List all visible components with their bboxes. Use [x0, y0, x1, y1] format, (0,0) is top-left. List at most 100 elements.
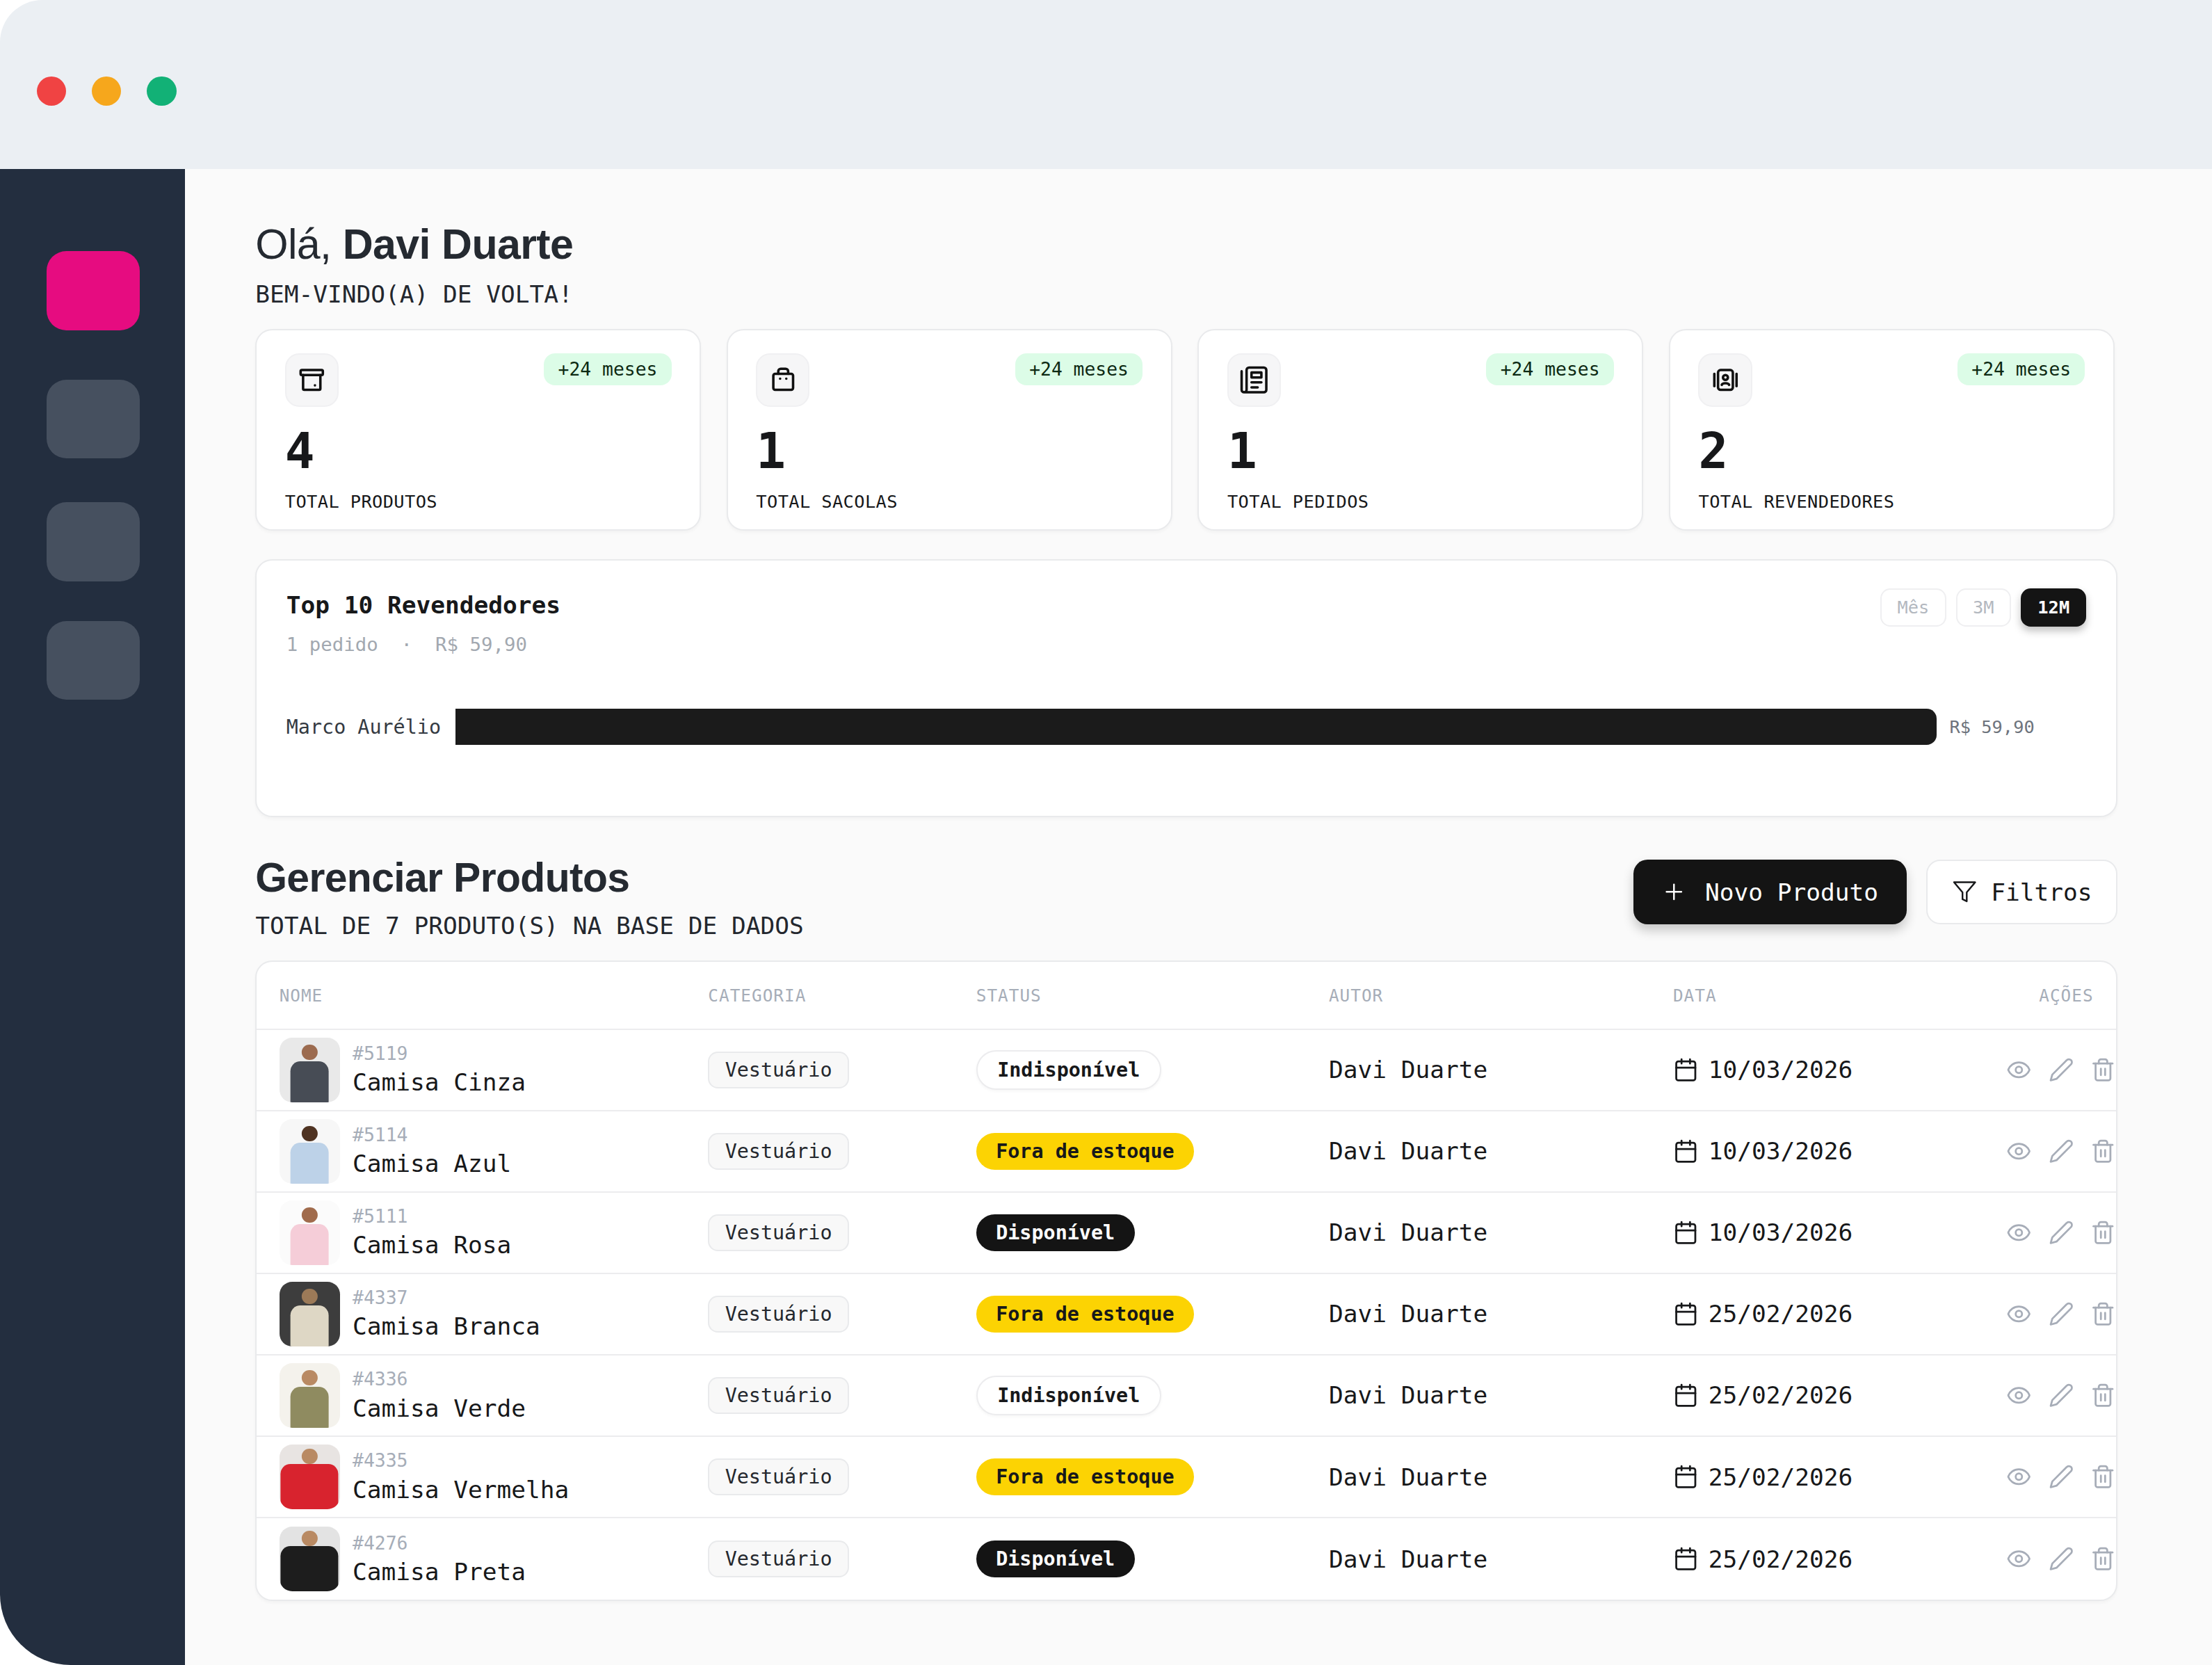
delete-product-button[interactable]	[2090, 1464, 2116, 1490]
view-product-button[interactable]	[2006, 1546, 2032, 1572]
plus-icon	[1661, 879, 1687, 905]
product-thumbnail	[280, 1282, 340, 1346]
close-window-button[interactable]	[37, 77, 67, 106]
pencil-icon	[2049, 1220, 2074, 1246]
sidebar-item-3[interactable]	[47, 621, 140, 700]
stat-value: 4	[285, 426, 672, 476]
sidebar-item-1[interactable]	[47, 380, 140, 459]
category-badge: Vestuário	[708, 1296, 848, 1333]
view-product-button[interactable]	[2006, 1383, 2032, 1408]
new-product-button[interactable]: Novo Produto	[1633, 860, 1907, 924]
edit-product-button[interactable]	[2049, 1139, 2074, 1164]
range-filter-group: Mês 3M 12M	[1880, 588, 2086, 626]
calendar-icon	[1673, 1546, 1699, 1572]
maximize-window-button[interactable]	[147, 77, 177, 106]
view-product-button[interactable]	[2006, 1057, 2032, 1083]
stat-value: 2	[1698, 426, 2085, 476]
range-button-12m[interactable]: 12M	[2021, 588, 2086, 626]
status-badge: Disponível	[976, 1214, 1135, 1251]
main-content: Olá, Davi Duarte BEM-VINDO(A) DE VOLTA! …	[185, 169, 2212, 1664]
product-name: Camisa Vermelha	[353, 1476, 569, 1504]
pencil-icon	[2049, 1383, 2074, 1408]
user-name: Davi Duarte	[343, 220, 574, 268]
product-name: Camisa Rosa	[353, 1231, 511, 1259]
funnel-icon	[1952, 879, 1978, 905]
period-badge: +24 meses	[1486, 353, 1613, 385]
product-date: 10/03/2026	[1673, 1056, 2006, 1084]
bar	[455, 709, 1937, 746]
welcome-subtitle: BEM-VINDO(A) DE VOLTA!	[255, 280, 2117, 308]
range-button-mes[interactable]: Mês	[1880, 588, 1946, 626]
table-row: #4336 Camisa Verde Vestuário Indisponíve…	[257, 1356, 2116, 1437]
delete-product-button[interactable]	[2090, 1383, 2116, 1408]
window-titlebar	[0, 0, 2212, 169]
filters-button[interactable]: Filtros	[1926, 860, 2117, 924]
trash-icon	[2090, 1220, 2116, 1246]
products-table: NOME CATEGORIA STATUS AUTOR DATA AÇÕES #…	[255, 960, 2117, 1601]
edit-product-button[interactable]	[2049, 1220, 2074, 1246]
view-product-button[interactable]	[2006, 1301, 2032, 1327]
product-author: Davi Duarte	[1329, 1300, 1673, 1328]
product-name: Camisa Verde	[353, 1394, 526, 1422]
view-product-button[interactable]	[2006, 1139, 2032, 1164]
table-row: #5114 Camisa Azul Vestuário Fora de esto…	[257, 1111, 2116, 1193]
calendar-icon	[1673, 1464, 1699, 1490]
category-badge: Vestuário	[708, 1052, 848, 1088]
delete-product-button[interactable]	[2090, 1057, 2116, 1083]
section-subtitle: TOTAL DE 7 PRODUTO(S) NA BASE DE DADOS	[255, 912, 804, 940]
panel-title: Top 10 Revendedores	[286, 591, 2087, 619]
stat-card-pedidos: +24 meses 1 TOTAL PEDIDOS	[1197, 329, 1643, 531]
edit-product-button[interactable]	[2049, 1383, 2074, 1408]
bar-value: R$ 59,90	[1950, 716, 2035, 737]
sidebar-logo[interactable]	[47, 251, 140, 330]
product-thumbnail	[280, 1119, 340, 1184]
trash-icon	[2090, 1057, 2116, 1083]
table-row: #4337 Camisa Branca Vestuário Fora de es…	[257, 1274, 2116, 1356]
delete-product-button[interactable]	[2090, 1220, 2116, 1246]
sidebar	[0, 169, 185, 1664]
category-badge: Vestuário	[708, 1214, 848, 1251]
edit-product-button[interactable]	[2049, 1546, 2074, 1572]
status-badge: Disponível	[976, 1541, 1135, 1577]
delete-product-button[interactable]	[2090, 1546, 2116, 1572]
view-product-button[interactable]	[2006, 1220, 2032, 1246]
product-thumbnail	[280, 1363, 340, 1428]
product-id: #4276	[353, 1533, 526, 1554]
eye-icon	[2006, 1220, 2032, 1246]
column-header-acoes: AÇÕES	[2006, 986, 2094, 1006]
delete-product-button[interactable]	[2090, 1139, 2116, 1164]
product-date: 25/02/2026	[1673, 1300, 2006, 1328]
product-thumbnail	[280, 1527, 340, 1591]
product-date: 25/02/2026	[1673, 1545, 2006, 1573]
products-section-header: Gerenciar Produtos TOTAL DE 7 PRODUTO(S)…	[255, 854, 2117, 940]
section-title: Gerenciar Produtos	[255, 854, 804, 901]
stat-cards: +24 meses 4 TOTAL PRODUTOS +24 meses 1 T…	[255, 329, 2117, 531]
table-row: #4276 Camisa Preta Vestuário Disponível …	[257, 1518, 2116, 1600]
calendar-icon	[1673, 1301, 1699, 1327]
edit-product-button[interactable]	[2049, 1301, 2074, 1327]
period-badge: +24 meses	[1957, 353, 2085, 385]
sidebar-item-2[interactable]	[47, 502, 140, 581]
pencil-icon	[2049, 1464, 2074, 1490]
edit-product-button[interactable]	[2049, 1464, 2074, 1490]
view-product-button[interactable]	[2006, 1464, 2032, 1490]
category-badge: Vestuário	[708, 1458, 848, 1495]
eye-icon	[2006, 1383, 2032, 1408]
delete-product-button[interactable]	[2090, 1301, 2116, 1327]
product-author: Davi Duarte	[1329, 1381, 1673, 1409]
trash-icon	[2090, 1546, 2116, 1572]
shopping-bag-icon	[756, 353, 809, 407]
edit-product-button[interactable]	[2049, 1057, 2074, 1083]
range-button-3m[interactable]: 3M	[1956, 588, 2011, 626]
stat-label: TOTAL PEDIDOS	[1227, 491, 1614, 512]
stat-label: TOTAL PRODUTOS	[285, 491, 672, 512]
product-date: 25/02/2026	[1673, 1381, 2006, 1409]
eye-icon	[2006, 1464, 2032, 1490]
trash-icon	[2090, 1139, 2116, 1164]
product-author: Davi Duarte	[1329, 1463, 1673, 1491]
top-resellers-panel: Top 10 Revendedores 1 pedido · R$ 59,90 …	[255, 559, 2117, 817]
archive-icon	[285, 353, 339, 407]
minimize-window-button[interactable]	[92, 77, 122, 106]
eye-icon	[2006, 1301, 2032, 1327]
pencil-icon	[2049, 1546, 2074, 1572]
